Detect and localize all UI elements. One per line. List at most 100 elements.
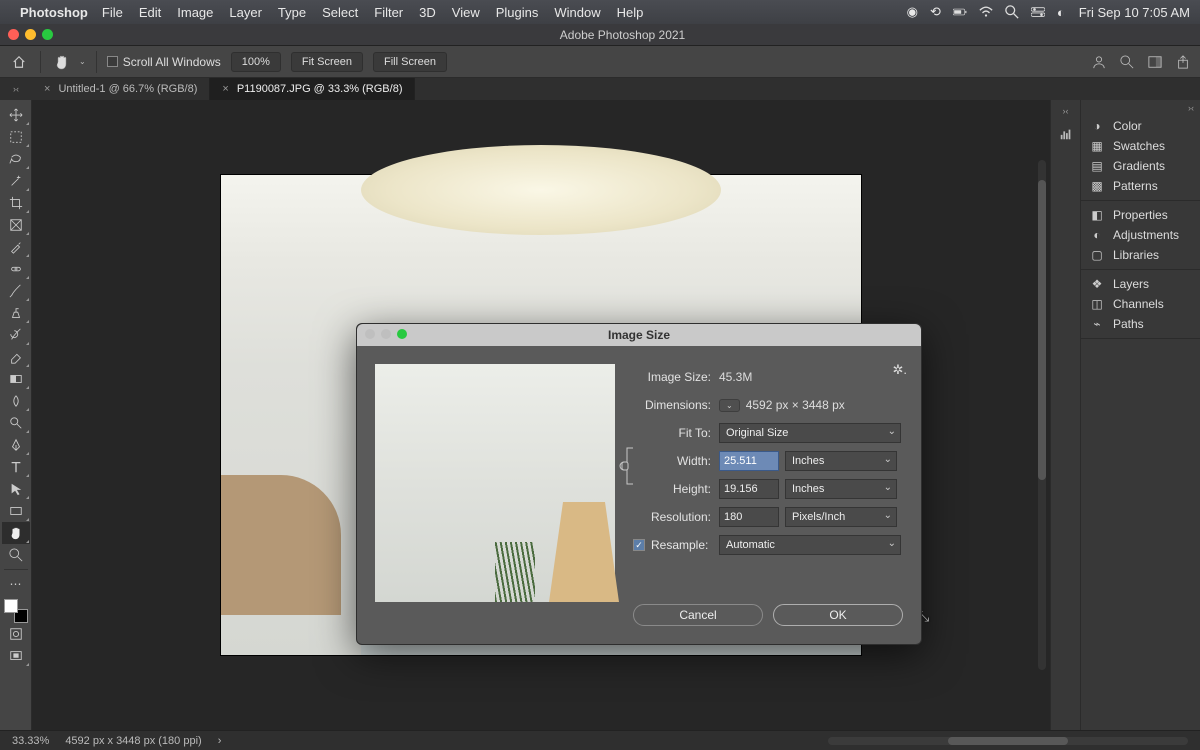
eraser-tool-icon[interactable] <box>2 346 30 368</box>
status-spotlight-icon[interactable] <box>1005 5 1019 19</box>
workspace-icon[interactable] <box>1146 53 1164 71</box>
gradients-panel-tab[interactable]: ▤Gradients <box>1081 156 1200 176</box>
fit-to-select[interactable]: Original Size <box>719 423 901 443</box>
resample-select[interactable]: Automatic <box>719 535 901 555</box>
status-doc-info[interactable]: 4592 px x 3448 px (180 ppi) <box>65 735 201 747</box>
frame-tool-icon[interactable] <box>2 214 30 236</box>
app-menu[interactable]: Photoshop <box>20 5 88 20</box>
scrollbar-thumb[interactable] <box>1038 180 1046 480</box>
properties-panel-tab[interactable]: ◧Properties <box>1081 205 1200 225</box>
canvas-area[interactable]: ⤡ Image Size ✲. Image Size: 45.3M Dime <box>32 100 1050 730</box>
vertical-scrollbar[interactable] <box>1038 160 1046 670</box>
menu-layer[interactable]: Layer <box>229 5 262 20</box>
zoom-level-button[interactable]: 100% <box>231 52 281 72</box>
fill-screen-button[interactable]: Fill Screen <box>373 52 447 72</box>
resolution-input[interactable] <box>719 507 779 527</box>
pen-tool-icon[interactable] <box>2 434 30 456</box>
scroll-all-windows-checkbox[interactable]: Scroll All Windows <box>107 55 221 69</box>
dialog-titlebar[interactable]: Image Size <box>357 324 921 346</box>
tool-preset-caret-icon[interactable]: ⌄ <box>79 57 86 66</box>
dimensions-dropdown[interactable]: ⌄ <box>719 399 740 412</box>
status-control-center-icon[interactable] <box>1031 5 1045 19</box>
search-icon[interactable] <box>1118 53 1136 71</box>
status-siri-icon[interactable]: ◐ <box>1057 5 1065 20</box>
magic-wand-tool-icon[interactable] <box>2 170 30 192</box>
status-battery-icon[interactable] <box>953 5 967 19</box>
window-traffic-lights[interactable] <box>8 29 53 40</box>
menu-select[interactable]: Select <box>322 5 358 20</box>
right-collapse-icon[interactable]: ›‹ <box>1063 106 1069 116</box>
menu-help[interactable]: Help <box>617 5 644 20</box>
horizontal-scrollbar[interactable] <box>828 737 1188 745</box>
status-zoom[interactable]: 33.33% <box>12 735 49 747</box>
window-minimize-icon[interactable] <box>25 29 36 40</box>
width-unit-select[interactable]: Inches <box>785 451 897 471</box>
move-tool-icon[interactable] <box>2 104 30 126</box>
channels-panel-tab[interactable]: ◫Channels <box>1081 294 1200 314</box>
left-collapse-icon[interactable]: ›‹ <box>0 78 32 100</box>
panel-collapse-icon[interactable]: ›‹ <box>1081 100 1200 116</box>
dialog-minimize-icon[interactable] <box>381 329 391 339</box>
paths-panel-tab[interactable]: ⌁Paths <box>1081 314 1200 334</box>
status-wifi-icon[interactable] <box>979 5 993 19</box>
fit-screen-button[interactable]: Fit Screen <box>291 52 363 72</box>
clone-stamp-tool-icon[interactable] <box>2 302 30 324</box>
menu-view[interactable]: View <box>452 5 480 20</box>
export-share-icon[interactable] <box>1174 53 1192 71</box>
menubar-clock[interactable]: Fri Sep 10 7:05 AM <box>1079 5 1190 20</box>
brush-tool-icon[interactable] <box>2 280 30 302</box>
libraries-panel-tab[interactable]: ▢Libraries <box>1081 245 1200 265</box>
lasso-tool-icon[interactable] <box>2 148 30 170</box>
menu-window[interactable]: Window <box>554 5 600 20</box>
status-record-icon[interactable]: ◉ <box>907 4 918 20</box>
home-icon[interactable] <box>8 51 30 73</box>
height-input[interactable] <box>719 479 779 499</box>
quick-mask-icon[interactable] <box>2 623 30 645</box>
height-unit-select[interactable]: Inches <box>785 479 897 499</box>
gradient-tool-icon[interactable] <box>2 368 30 390</box>
hand-tool-icon[interactable] <box>2 522 30 544</box>
zoom-tool-icon[interactable] <box>2 544 30 566</box>
document-tab[interactable]: × Untitled-1 @ 66.7% (RGB/8) <box>32 78 210 100</box>
healing-brush-tool-icon[interactable] <box>2 258 30 280</box>
history-brush-tool-icon[interactable] <box>2 324 30 346</box>
width-input[interactable] <box>719 451 779 471</box>
eyedropper-tool-icon[interactable] <box>2 236 30 258</box>
scrollbar-thumb[interactable] <box>948 737 1068 745</box>
menu-plugins[interactable]: Plugins <box>496 5 539 20</box>
checkbox-icon[interactable] <box>107 56 118 67</box>
menu-edit[interactable]: Edit <box>139 5 161 20</box>
foreground-background-color[interactable] <box>4 599 28 623</box>
hand-tool-icon[interactable] <box>51 51 73 73</box>
document-tab[interactable]: × P1190087.JPG @ 33.3% (RGB/8) <box>210 78 415 100</box>
dialog-close-icon[interactable] <box>365 329 375 339</box>
resample-checkbox[interactable]: ✓ <box>633 539 645 551</box>
color-panel-tab[interactable]: ◑Color <box>1081 116 1200 136</box>
screen-mode-icon[interactable] <box>2 645 30 667</box>
menu-image[interactable]: Image <box>177 5 213 20</box>
marquee-tool-icon[interactable] <box>2 126 30 148</box>
swatches-panel-tab[interactable]: ▦Swatches <box>1081 136 1200 156</box>
window-zoom-icon[interactable] <box>42 29 53 40</box>
dialog-zoom-icon[interactable] <box>397 329 407 339</box>
close-tab-icon[interactable]: × <box>44 83 50 95</box>
crop-tool-icon[interactable] <box>2 192 30 214</box>
dodge-tool-icon[interactable] <box>2 412 30 434</box>
ok-button[interactable]: OK <box>773 604 903 626</box>
histogram-panel-icon[interactable] <box>1056 124 1076 144</box>
blur-tool-icon[interactable] <box>2 390 30 412</box>
constrain-proportions-icon[interactable] <box>619 444 639 488</box>
path-selection-tool-icon[interactable] <box>2 478 30 500</box>
type-tool-icon[interactable] <box>2 456 30 478</box>
dialog-preview[interactable] <box>375 364 615 602</box>
menu-3d[interactable]: 3D <box>419 5 436 20</box>
status-cc-icon[interactable]: ⟲ <box>930 4 941 20</box>
adjustments-panel-tab[interactable]: ◐Adjustments <box>1081 225 1200 245</box>
status-info-caret-icon[interactable]: › <box>218 735 222 747</box>
edit-toolbar-icon[interactable]: ⋯ <box>2 573 30 595</box>
layers-panel-tab[interactable]: ❖Layers <box>1081 274 1200 294</box>
resolution-unit-select[interactable]: Pixels/Inch <box>785 507 897 527</box>
patterns-panel-tab[interactable]: ▩Patterns <box>1081 176 1200 196</box>
menu-type[interactable]: Type <box>278 5 306 20</box>
window-close-icon[interactable] <box>8 29 19 40</box>
